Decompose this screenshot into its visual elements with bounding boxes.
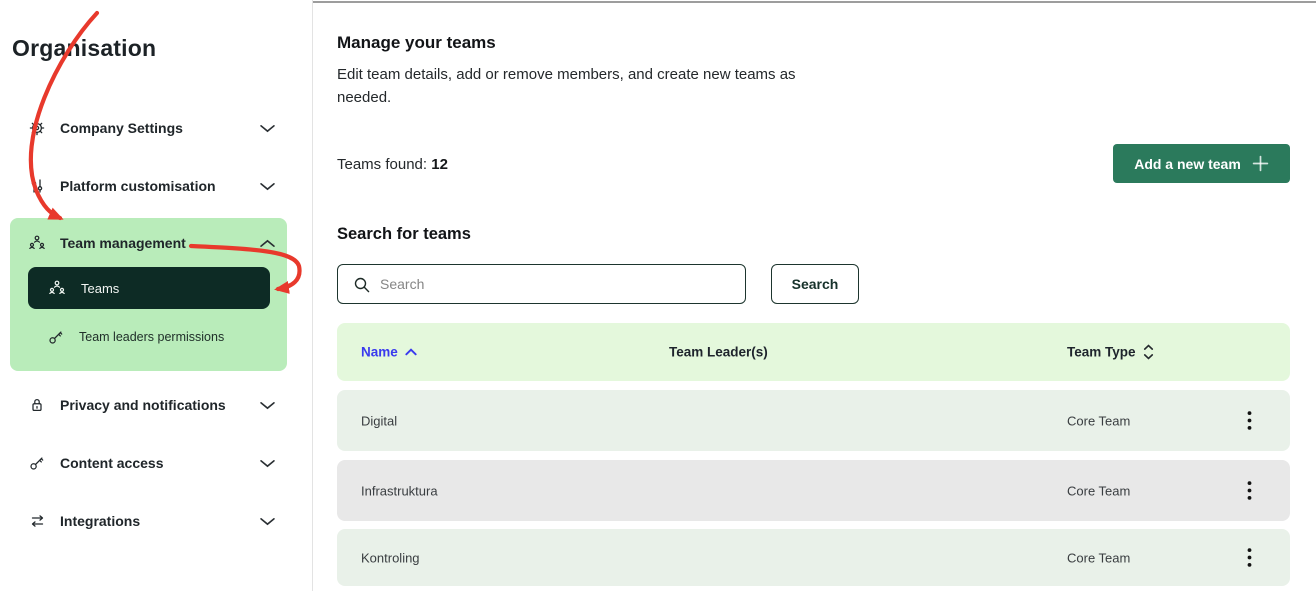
column-header-team-type[interactable]: Team Type <box>1067 345 1154 360</box>
sidebar-item-label: Team management <box>60 235 260 251</box>
sidebar-subitem-label: Team leaders permissions <box>79 330 224 344</box>
sidebar-item-label: Platform customisation <box>60 178 260 194</box>
key-icon <box>28 455 46 472</box>
table-row[interactable]: Kontroling Core Team <box>337 529 1290 586</box>
row-actions-kebab-icon[interactable] <box>1236 406 1262 436</box>
chevron-down-icon <box>260 401 275 410</box>
table-row[interactable]: Digital Core Team <box>337 390 1290 451</box>
sidebar-item-label: Company Settings <box>60 120 260 136</box>
sidebar-item-company-settings[interactable]: Company Settings <box>10 108 287 148</box>
chevron-down-icon <box>260 517 275 526</box>
team-name-cell: Digital <box>361 413 397 428</box>
sliders-icon <box>28 178 46 195</box>
table-row[interactable]: Infrastruktura Core Team <box>337 460 1290 521</box>
team-icon <box>48 280 66 296</box>
column-header-label: Name <box>361 345 398 360</box>
app-root: Organisation Company Settings <box>0 0 1316 591</box>
teams-found-count: 12 <box>431 156 448 173</box>
gear-icon <box>28 120 46 137</box>
team-type-cell: Core Team <box>1067 550 1130 565</box>
chevron-down-icon <box>260 182 275 191</box>
chevron-down-icon <box>260 459 275 468</box>
table-header-row: Name Team Leader(s) Team Type <box>337 323 1290 381</box>
sidebar-title: Organisation <box>12 35 156 62</box>
sidebar-item-integrations[interactable]: Integrations <box>10 501 287 541</box>
search-input-container <box>337 264 746 304</box>
sidebar: Organisation Company Settings <box>0 0 313 591</box>
sidebar-item-label: Integrations <box>60 513 260 529</box>
sidebar-subitem-label: Teams <box>81 281 119 296</box>
search-section-title: Search for teams <box>337 225 471 244</box>
sidebar-item-privacy-notifications[interactable]: Privacy and notifications <box>10 385 287 425</box>
chevron-up-icon <box>260 239 275 248</box>
search-input[interactable] <box>380 265 740 303</box>
sort-both-icon <box>1143 345 1154 360</box>
team-name-cell: Kontroling <box>361 550 420 565</box>
key-icon <box>48 329 64 345</box>
teams-found-label: Teams found: <box>337 156 427 173</box>
sidebar-subitem-team-leaders-permissions[interactable]: Team leaders permissions <box>28 317 270 357</box>
team-type-cell: Core Team <box>1067 413 1130 428</box>
page-description: Edit team details, add or remove members… <box>337 63 842 109</box>
sidebar-item-content-access[interactable]: Content access <box>10 443 287 483</box>
column-header-name[interactable]: Name <box>361 345 417 360</box>
sort-asc-icon <box>405 349 417 356</box>
row-actions-kebab-icon[interactable] <box>1236 543 1262 573</box>
page-title: Manage your teams <box>337 33 496 53</box>
chevron-down-icon <box>260 124 275 133</box>
sidebar-item-platform-customisation[interactable]: Platform customisation <box>10 166 287 206</box>
sidebar-item-label: Privacy and notifications <box>60 397 260 413</box>
team-name-cell: Infrastruktura <box>361 483 438 498</box>
team-type-cell: Core Team <box>1067 483 1130 498</box>
sidebar-item-label: Content access <box>60 455 260 471</box>
column-header-label: Team Leader(s) <box>669 345 768 360</box>
sidebar-item-team-management[interactable]: Team management <box>10 223 287 263</box>
swap-arrows-icon <box>28 513 46 530</box>
add-team-button[interactable]: Add a new team <box>1113 144 1290 183</box>
row-actions-kebab-icon[interactable] <box>1236 476 1262 506</box>
search-button[interactable]: Search <box>771 264 859 304</box>
lock-icon <box>28 397 46 414</box>
teams-found-status: Teams found: 12 <box>337 156 448 173</box>
search-icon <box>353 276 371 294</box>
plus-icon <box>1252 155 1269 172</box>
column-header-team-leaders[interactable]: Team Leader(s) <box>669 345 768 360</box>
column-header-label: Team Type <box>1067 345 1136 360</box>
team-icon <box>28 235 46 252</box>
add-team-button-label: Add a new team <box>1134 156 1241 172</box>
sidebar-subitem-teams[interactable]: Teams <box>28 267 270 309</box>
